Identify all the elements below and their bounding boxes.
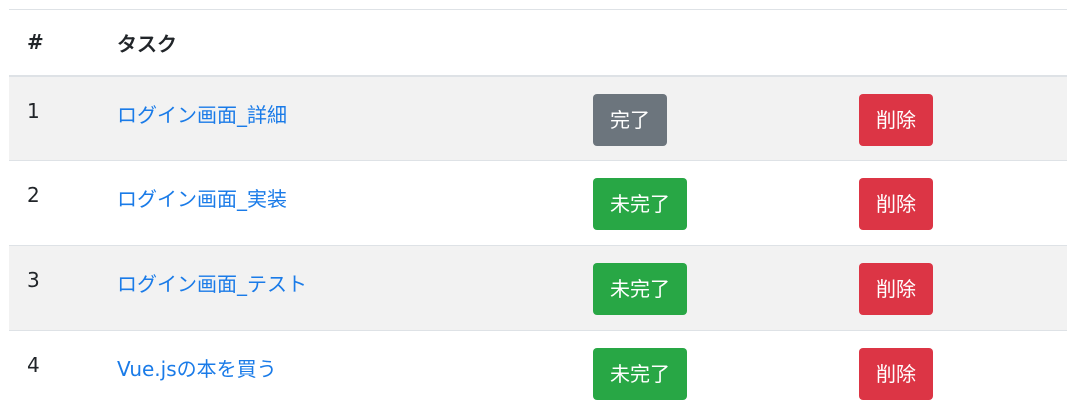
delete-button[interactable]: 削除	[859, 348, 933, 400]
task-cell: Vue.jsの本を買う	[117, 331, 593, 416]
incomplete-button[interactable]: 未完了	[593, 348, 687, 400]
row-number-cell: 3	[9, 246, 117, 331]
header-delete	[859, 10, 1067, 76]
delete-cell: 削除	[859, 161, 1067, 246]
row-number: 3	[27, 268, 40, 292]
incomplete-button[interactable]: 未完了	[593, 178, 687, 230]
row-number: 4	[27, 353, 40, 377]
table-row: 4 Vue.jsの本を買う 未完了 削除	[9, 331, 1067, 416]
status-cell: 未完了	[593, 161, 859, 246]
status-cell: 完了	[593, 76, 859, 161]
status-cell: 未完了	[593, 331, 859, 416]
header-status	[593, 10, 859, 76]
table-row: 3 ログイン画面_テスト 未完了 削除	[9, 245, 1067, 331]
task-link[interactable]: Vue.jsの本を買う	[117, 353, 277, 382]
table-header: # タスク	[9, 9, 1067, 76]
task-link[interactable]: ログイン画面_テスト	[117, 268, 307, 297]
row-number-cell: 1	[9, 76, 117, 161]
task-link[interactable]: ログイン画面_詳細	[117, 99, 287, 128]
table-row: 1 ログイン画面_詳細 完了 削除	[9, 75, 1067, 161]
header-row: # タスク	[9, 9, 1067, 76]
delete-button[interactable]: 削除	[859, 263, 933, 315]
task-link[interactable]: ログイン画面_実装	[117, 183, 287, 212]
header-task: タスク	[117, 31, 177, 56]
task-table: # タスク 1 ログイン画面_詳細 完了 削除 2 ログイン画面_実装 未完了 …	[9, 9, 1067, 416]
header-number: #	[27, 30, 44, 55]
row-number: 2	[27, 183, 40, 207]
table-body: 1 ログイン画面_詳細 完了 削除 2 ログイン画面_実装 未完了 削除 3 ロ…	[9, 75, 1067, 416]
delete-cell: 削除	[859, 246, 1067, 331]
incomplete-button[interactable]: 未完了	[593, 263, 687, 315]
row-number-cell: 4	[9, 331, 117, 416]
table-row: 2 ログイン画面_実装 未完了 削除	[9, 161, 1067, 246]
task-table-container: # タスク 1 ログイン画面_詳細 完了 削除 2 ログイン画面_実装 未完了 …	[9, 9, 1067, 416]
status-cell: 未完了	[593, 246, 859, 331]
task-cell: ログイン画面_テスト	[117, 246, 593, 331]
complete-button[interactable]: 完了	[593, 93, 667, 146]
task-cell: ログイン画面_実装	[117, 161, 593, 246]
delete-button[interactable]: 削除	[859, 93, 933, 146]
delete-button[interactable]: 削除	[859, 178, 933, 230]
delete-cell: 削除	[859, 76, 1067, 161]
row-number-cell: 2	[9, 161, 117, 246]
delete-cell: 削除	[859, 331, 1067, 416]
row-number: 1	[27, 98, 40, 123]
task-cell: ログイン画面_詳細	[117, 76, 593, 161]
